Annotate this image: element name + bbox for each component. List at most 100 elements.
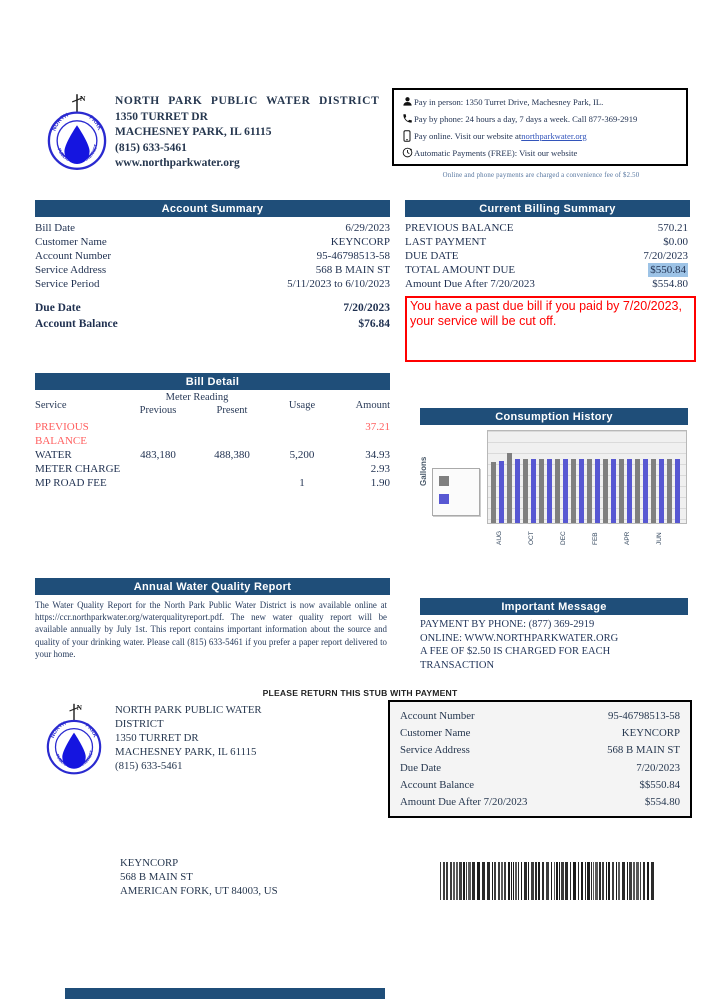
barcode-bar (528, 862, 529, 900)
consumption-history-header: Consumption History (420, 408, 688, 425)
stub-district-address: NORTH PARK PUBLIC WATER DISTRICT 1350 TU… (115, 703, 262, 773)
table-row: METER CHARGE 2.93 (35, 462, 390, 476)
table-row: MP ROAD FEE 1 1.90 (35, 476, 390, 490)
barcode-bar (612, 862, 614, 900)
row-label: Service Address (35, 263, 106, 277)
chart-bars (491, 431, 686, 523)
cell-present (193, 420, 271, 448)
barcode-bar (618, 862, 620, 900)
barcode-bar (622, 862, 625, 900)
summary-row-bill-date: Bill Date 6/29/2023 (35, 221, 390, 235)
person-icon (400, 96, 414, 107)
barcode-bar (524, 862, 527, 900)
x-tick-label: APR (624, 525, 631, 545)
barcode-bar (636, 862, 639, 900)
district-phone: (815) 633-5461 (115, 141, 379, 157)
row-value: 7/20/2023 (643, 249, 688, 263)
row-label: Account Balance (35, 317, 118, 331)
barcode-bar (559, 862, 560, 900)
barcode-bar (515, 862, 517, 900)
barcode-bar (472, 862, 475, 900)
row-label: Amount Due After 7/20/2023 (400, 794, 527, 811)
cell-previous (123, 462, 193, 476)
cell-amount: 34.93 (333, 448, 390, 462)
district-website: www.northparkwater.org (115, 156, 379, 172)
barcode-bar (554, 862, 555, 900)
barcode-bar (629, 862, 632, 900)
barcode-bar (591, 862, 592, 900)
chart-x-axis-labels: AUGOCTDECFEBAPRJUN (487, 527, 685, 551)
barcode-bar (463, 862, 465, 900)
cell-amount: 1.90 (333, 476, 390, 490)
stub-district-line: MACHESNEY PARK, IL 61115 (115, 745, 262, 759)
consumption-bar (539, 459, 544, 523)
row-label: Service Address (400, 742, 470, 759)
row-label: DUE DATE (405, 249, 458, 263)
past-due-warning-text: You have a past due bill if you paid by … (410, 299, 682, 328)
important-message-line: PAYMENT BY PHONE: (877) 369-2919 (420, 618, 682, 632)
water-quality-body: The Water Quality Report for the North P… (35, 599, 387, 660)
barcode-bar (518, 862, 519, 900)
cell-present (193, 476, 271, 490)
cell-service: METER CHARGE (35, 462, 123, 476)
barcode-bar (647, 862, 649, 900)
billing-row-due-date: DUE DATE 7/20/2023 (405, 249, 688, 263)
row-label: Account Number (35, 249, 111, 263)
consumption-bar (499, 461, 504, 523)
consumption-bar (531, 459, 536, 523)
district-address-block: NORTH PARK PUBLIC WATER DISTRICT 1350 TU… (115, 94, 379, 172)
table-row: PREVIOUS BALANCE 37.21 (35, 420, 390, 448)
barcode-bar (587, 862, 590, 900)
barcode-bar (440, 862, 441, 900)
consumption-bar (627, 459, 632, 523)
consumption-bar (555, 459, 560, 523)
pay-online-link[interactable]: northparkwater.org (521, 131, 586, 141)
table-row: WATER 483,180 488,380 5,200 34.93 (35, 448, 390, 462)
cell-present (193, 462, 271, 476)
barcode-bar (581, 862, 583, 900)
consumption-bar (587, 459, 592, 523)
row-value: $554.80 (645, 794, 680, 811)
row-value: KEYNCORP (622, 725, 680, 742)
x-tick-label: AUG (496, 525, 503, 545)
stub-district-line: 1350 TURRET DR (115, 731, 262, 745)
consumption-bar (491, 462, 496, 523)
consumption-bar (619, 459, 624, 523)
bill-detail-rows: PREVIOUS BALANCE 37.21 WATER 483,180 488… (35, 420, 390, 490)
water-bill-page: N NORTH PARK PUBLIC WATER DISTRICT NORTH… (0, 0, 720, 1000)
barcode-bar (546, 862, 549, 900)
chart-legend (432, 468, 480, 516)
consumption-bar (635, 459, 640, 523)
summary-row-customer-name: Customer Name KEYNCORP (35, 235, 390, 249)
autopay-row: Automatic Payments (FREE): Visit our web… (400, 144, 680, 161)
cell-amount: 37.21 (333, 420, 390, 448)
barcode-bar (578, 862, 579, 900)
consumption-bar (603, 459, 608, 523)
footer-accent-bar (65, 988, 385, 999)
chart-y-axis-label: Gallons (419, 457, 428, 486)
mailing-line: 568 B MAIN ST (120, 870, 278, 884)
x-tick-label: JUN (656, 525, 663, 545)
summary-row-service-period: Service Period 5/11/2023 to 6/10/2023 (35, 277, 390, 291)
x-tick-label: OCT (528, 525, 535, 545)
current-billing-header: Current Billing Summary (405, 200, 690, 217)
barcode-bar (477, 862, 480, 900)
barcode-bar (570, 862, 571, 900)
mailing-line: KEYNCORP (120, 856, 278, 870)
row-label: Customer Name (35, 235, 107, 249)
svg-text:N: N (77, 704, 83, 712)
pay-online-text: Pay online. Visit our website at (414, 131, 521, 141)
barcode-bar (494, 862, 496, 900)
consumption-history-title: Consumption History (495, 411, 613, 423)
bill-detail-column-headers: Service Meter Reading Previous Present U… (35, 392, 390, 418)
cell-service: WATER (35, 448, 123, 462)
barcode-bar (633, 862, 635, 900)
summary-row-due-date: Due Date 7/20/2023 (35, 301, 390, 315)
row-label: Service Period (35, 277, 99, 291)
consumption-chart-plot (487, 430, 687, 524)
consumption-bar (651, 459, 656, 523)
cell-usage: 5,200 (271, 448, 333, 462)
important-message-body: PAYMENT BY PHONE: (877) 369-2919 ONLINE:… (420, 618, 682, 672)
account-summary-body: Bill Date 6/29/2023 Customer Name KEYNCO… (35, 221, 390, 331)
col-usage: Usage (271, 400, 333, 411)
